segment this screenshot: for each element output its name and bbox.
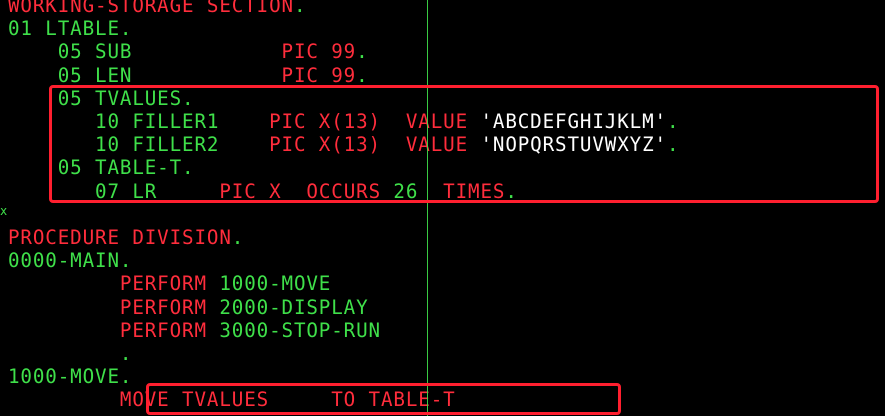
code-token: 0000-MAIN. — [8, 249, 133, 273]
code-token: 2000-DISPLAY — [206, 295, 369, 319]
code-line: . — [8, 342, 132, 365]
code-token: . — [293, 0, 307, 17]
code-line: 05 SUB PIC 99. — [8, 40, 369, 63]
code-token: . — [8, 342, 133, 365]
code-token: . — [231, 226, 245, 249]
code-token: . — [356, 40, 369, 64]
code-line: 1000-MOVE. — [8, 365, 132, 388]
code-line: PERFORM 2000-DISPLAY — [8, 296, 369, 319]
code-token: PROCEDURE DIVISION — [8, 226, 232, 249]
code-line: 0000-MAIN. — [8, 249, 132, 272]
code-token: PIC 99 — [281, 63, 357, 87]
code-line: PERFORM 3000-STOP-RUN — [8, 319, 381, 342]
code-line: WORKING-STORAGE SECTION. — [8, 0, 306, 17]
cursor-column-guide — [427, 0, 428, 416]
left-margin-marker: x — [0, 204, 8, 218]
code-line: PROCEDURE DIVISION. — [8, 226, 244, 249]
code-token: 01 LTABLE. — [8, 17, 133, 41]
code-token: . — [356, 63, 369, 87]
code-token: PIC 99 — [281, 40, 357, 64]
code-token: PERFORM — [119, 272, 207, 296]
code-token: 05 LEN — [8, 63, 133, 87]
terminal-editor-screen: WORKING-STORAGE SECTION. 01 LTABLE. 05 SU… — [0, 0, 885, 416]
code-line: 01 LTABLE. — [8, 17, 132, 40]
highlight-box-move-statement — [146, 383, 621, 415]
code-token: 3000-STOP-RUN — [206, 318, 381, 342]
highlight-box-data-definitions — [49, 85, 879, 203]
code-token: 05 SUB — [8, 40, 133, 64]
code-token: PERFORM — [119, 295, 207, 319]
code-token: WORKING-STORAGE SECTION — [8, 0, 294, 17]
code-token: 1000-MOVE. — [8, 365, 133, 389]
code-line: 05 LEN PIC 99. — [8, 64, 369, 87]
code-token: PERFORM — [119, 318, 207, 342]
code-line: PERFORM 1000-MOVE — [8, 272, 331, 295]
code-token: 1000-MOVE — [206, 272, 332, 296]
